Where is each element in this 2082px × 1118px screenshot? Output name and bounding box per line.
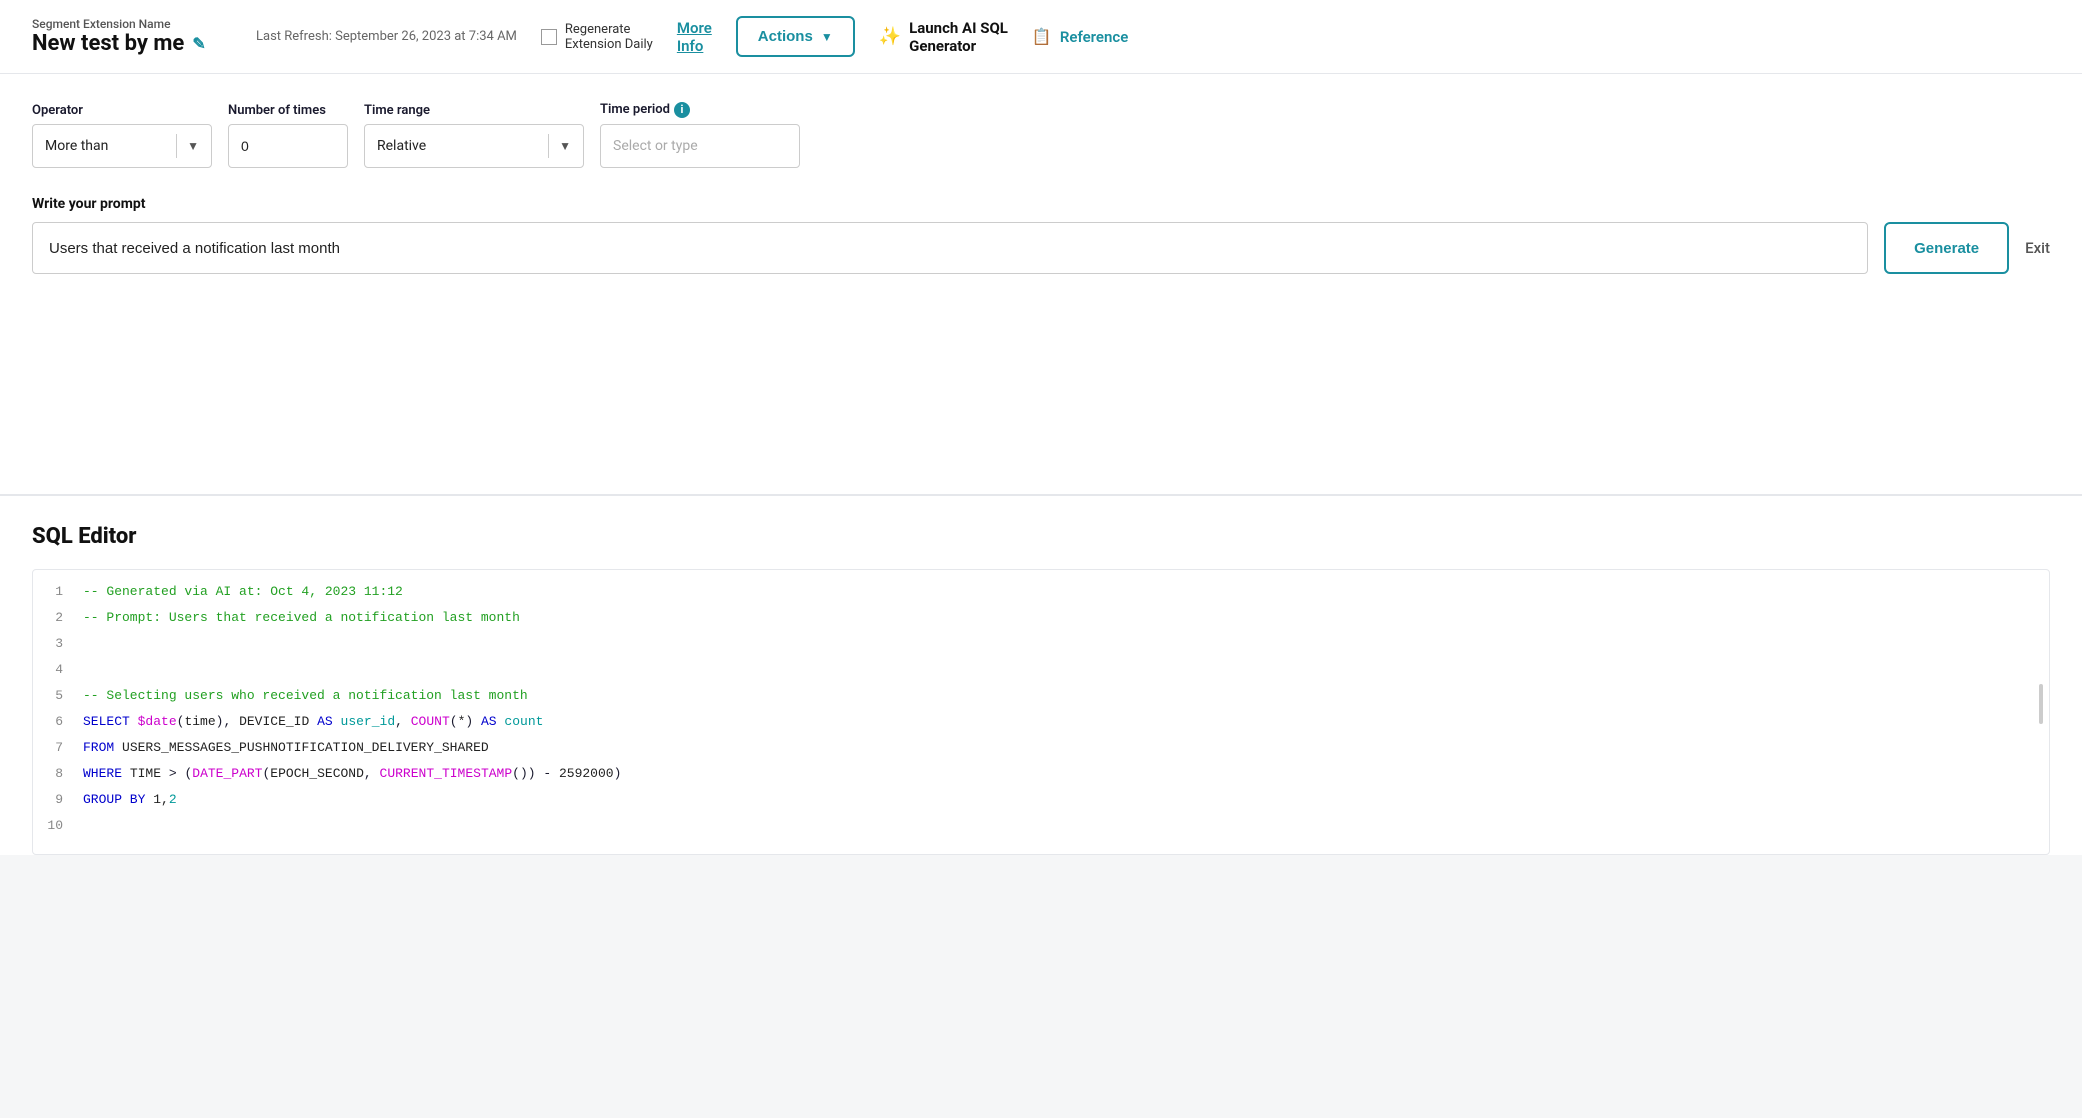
- time-period-placeholder: Select or type: [613, 138, 698, 154]
- line-number: 2: [33, 610, 83, 625]
- time-period-group: Time periodi Select or type: [600, 102, 800, 168]
- sql-line: 5 -- Selecting users who received a noti…: [33, 686, 2049, 712]
- operator-group: Operator More than ▼: [32, 103, 212, 168]
- line-code: FROM USERS_MESSAGES_PUSHNOTIFICATION_DEL…: [83, 740, 2049, 755]
- line-code: -- Generated via AI at: Oct 4, 2023 11:1…: [83, 584, 2049, 599]
- title-block: Segment Extension Name New test by me ✎: [32, 17, 232, 56]
- edit-icon[interactable]: ✎: [192, 34, 205, 53]
- line-number: 4: [33, 662, 83, 677]
- book-icon: 📋: [1032, 27, 1052, 46]
- exit-link[interactable]: Exit: [2025, 239, 2050, 257]
- prompt-row: Generate Exit: [32, 222, 2050, 274]
- magic-wand-icon: ✨: [879, 26, 901, 47]
- line-code: WHERE TIME > (DATE_PART(EPOCH_SECOND, CU…: [83, 766, 2049, 781]
- line-code: GROUP BY 1,2: [83, 792, 2049, 807]
- actions-button[interactable]: Actions ▼: [736, 16, 855, 57]
- sql-line: 2 -- Prompt: Users that received a notif…: [33, 608, 2049, 634]
- sql-line: 9 GROUP BY 1,2: [33, 790, 2049, 816]
- time-range-group: Time range Relative ▼: [364, 103, 584, 168]
- prompt-section: Write your prompt Generate Exit: [32, 196, 2050, 274]
- segment-extension-label: Segment Extension Name: [32, 17, 232, 31]
- number-input[interactable]: [228, 124, 348, 168]
- chevron-down-icon: ▼: [559, 139, 571, 153]
- sql-line: 1 -- Generated via AI at: Oct 4, 2023 11…: [33, 582, 2049, 608]
- segment-name: New test by me: [32, 31, 184, 56]
- chevron-down-icon: ▼: [187, 139, 199, 153]
- line-number: 5: [33, 688, 83, 703]
- separator: [176, 134, 177, 158]
- sql-line: 4: [33, 660, 2049, 686]
- prompt-label: Write your prompt: [32, 196, 2050, 212]
- line-code: SELECT $date(time), DEVICE_ID AS user_id…: [83, 714, 2049, 729]
- time-period-label: Time periodi: [600, 102, 800, 118]
- line-number: 1: [33, 584, 83, 599]
- top-bar: Segment Extension Name New test by me ✎ …: [0, 0, 2082, 74]
- filter-row: Operator More than ▼ Number of times Tim…: [32, 102, 2050, 168]
- line-code: -- Selecting users who received a notifi…: [83, 688, 2049, 703]
- prompt-input[interactable]: [32, 222, 1868, 274]
- main-content: Operator More than ▼ Number of times Tim…: [0, 74, 2082, 494]
- sql-line: 3: [33, 634, 2049, 660]
- regen-label-text: RegenerateExtension Daily: [565, 22, 653, 52]
- generate-button[interactable]: Generate: [1884, 222, 2009, 274]
- info-icon[interactable]: i: [674, 102, 690, 118]
- ai-btn-label: Launch AI SQLGenerator: [909, 19, 1008, 55]
- time-period-input[interactable]: Select or type: [600, 124, 800, 168]
- line-number: 7: [33, 740, 83, 755]
- sql-editor[interactable]: 1 -- Generated via AI at: Oct 4, 2023 11…: [32, 569, 2050, 855]
- reference-label: Reference: [1060, 28, 1128, 46]
- sql-section: SQL Editor 1 -- Generated via AI at: Oct…: [0, 494, 2082, 855]
- number-group: Number of times: [228, 103, 348, 168]
- sql-editor-title: SQL Editor: [32, 524, 2050, 549]
- sql-line: 7 FROM USERS_MESSAGES_PUSHNOTIFICATION_D…: [33, 738, 2049, 764]
- sql-lines: 1 -- Generated via AI at: Oct 4, 2023 11…: [33, 570, 2049, 854]
- line-code: -- Prompt: Users that received a notific…: [83, 610, 2049, 625]
- sql-line: 10: [33, 816, 2049, 842]
- line-number: 10: [33, 818, 83, 833]
- reference-button[interactable]: 📋 Reference: [1032, 27, 1128, 46]
- regen-checkbox[interactable]: [541, 29, 557, 45]
- time-range-label: Time range: [364, 103, 584, 118]
- sql-line: 8 WHERE TIME > (DATE_PART(EPOCH_SECOND, …: [33, 764, 2049, 790]
- more-info-link[interactable]: MoreInfo: [677, 19, 712, 55]
- line-number: 8: [33, 766, 83, 781]
- separator: [548, 134, 549, 158]
- line-number: 6: [33, 714, 83, 729]
- actions-label: Actions: [758, 28, 813, 45]
- sql-line: 6 SELECT $date(time), DEVICE_ID AS user_…: [33, 712, 2049, 738]
- time-range-value: Relative: [377, 138, 538, 154]
- ai-generator-button[interactable]: ✨ Launch AI SQLGenerator: [879, 19, 1008, 55]
- line-code: [83, 636, 2049, 651]
- chevron-down-icon: ▼: [821, 30, 833, 44]
- regen-checkbox-label[interactable]: RegenerateExtension Daily: [541, 22, 653, 52]
- scrollbar[interactable]: [2039, 684, 2043, 724]
- operator-label: Operator: [32, 103, 212, 118]
- operator-select[interactable]: More than ▼: [32, 124, 212, 168]
- operator-value: More than: [45, 138, 166, 154]
- line-code: [83, 818, 2049, 833]
- line-number: 9: [33, 792, 83, 807]
- number-label: Number of times: [228, 103, 348, 118]
- refresh-text: Last Refresh: September 26, 2023 at 7:34…: [256, 29, 517, 44]
- title-name-row: New test by me ✎: [32, 31, 232, 56]
- time-range-select[interactable]: Relative ▼: [364, 124, 584, 168]
- line-number: 3: [33, 636, 83, 651]
- line-code: [83, 662, 2049, 677]
